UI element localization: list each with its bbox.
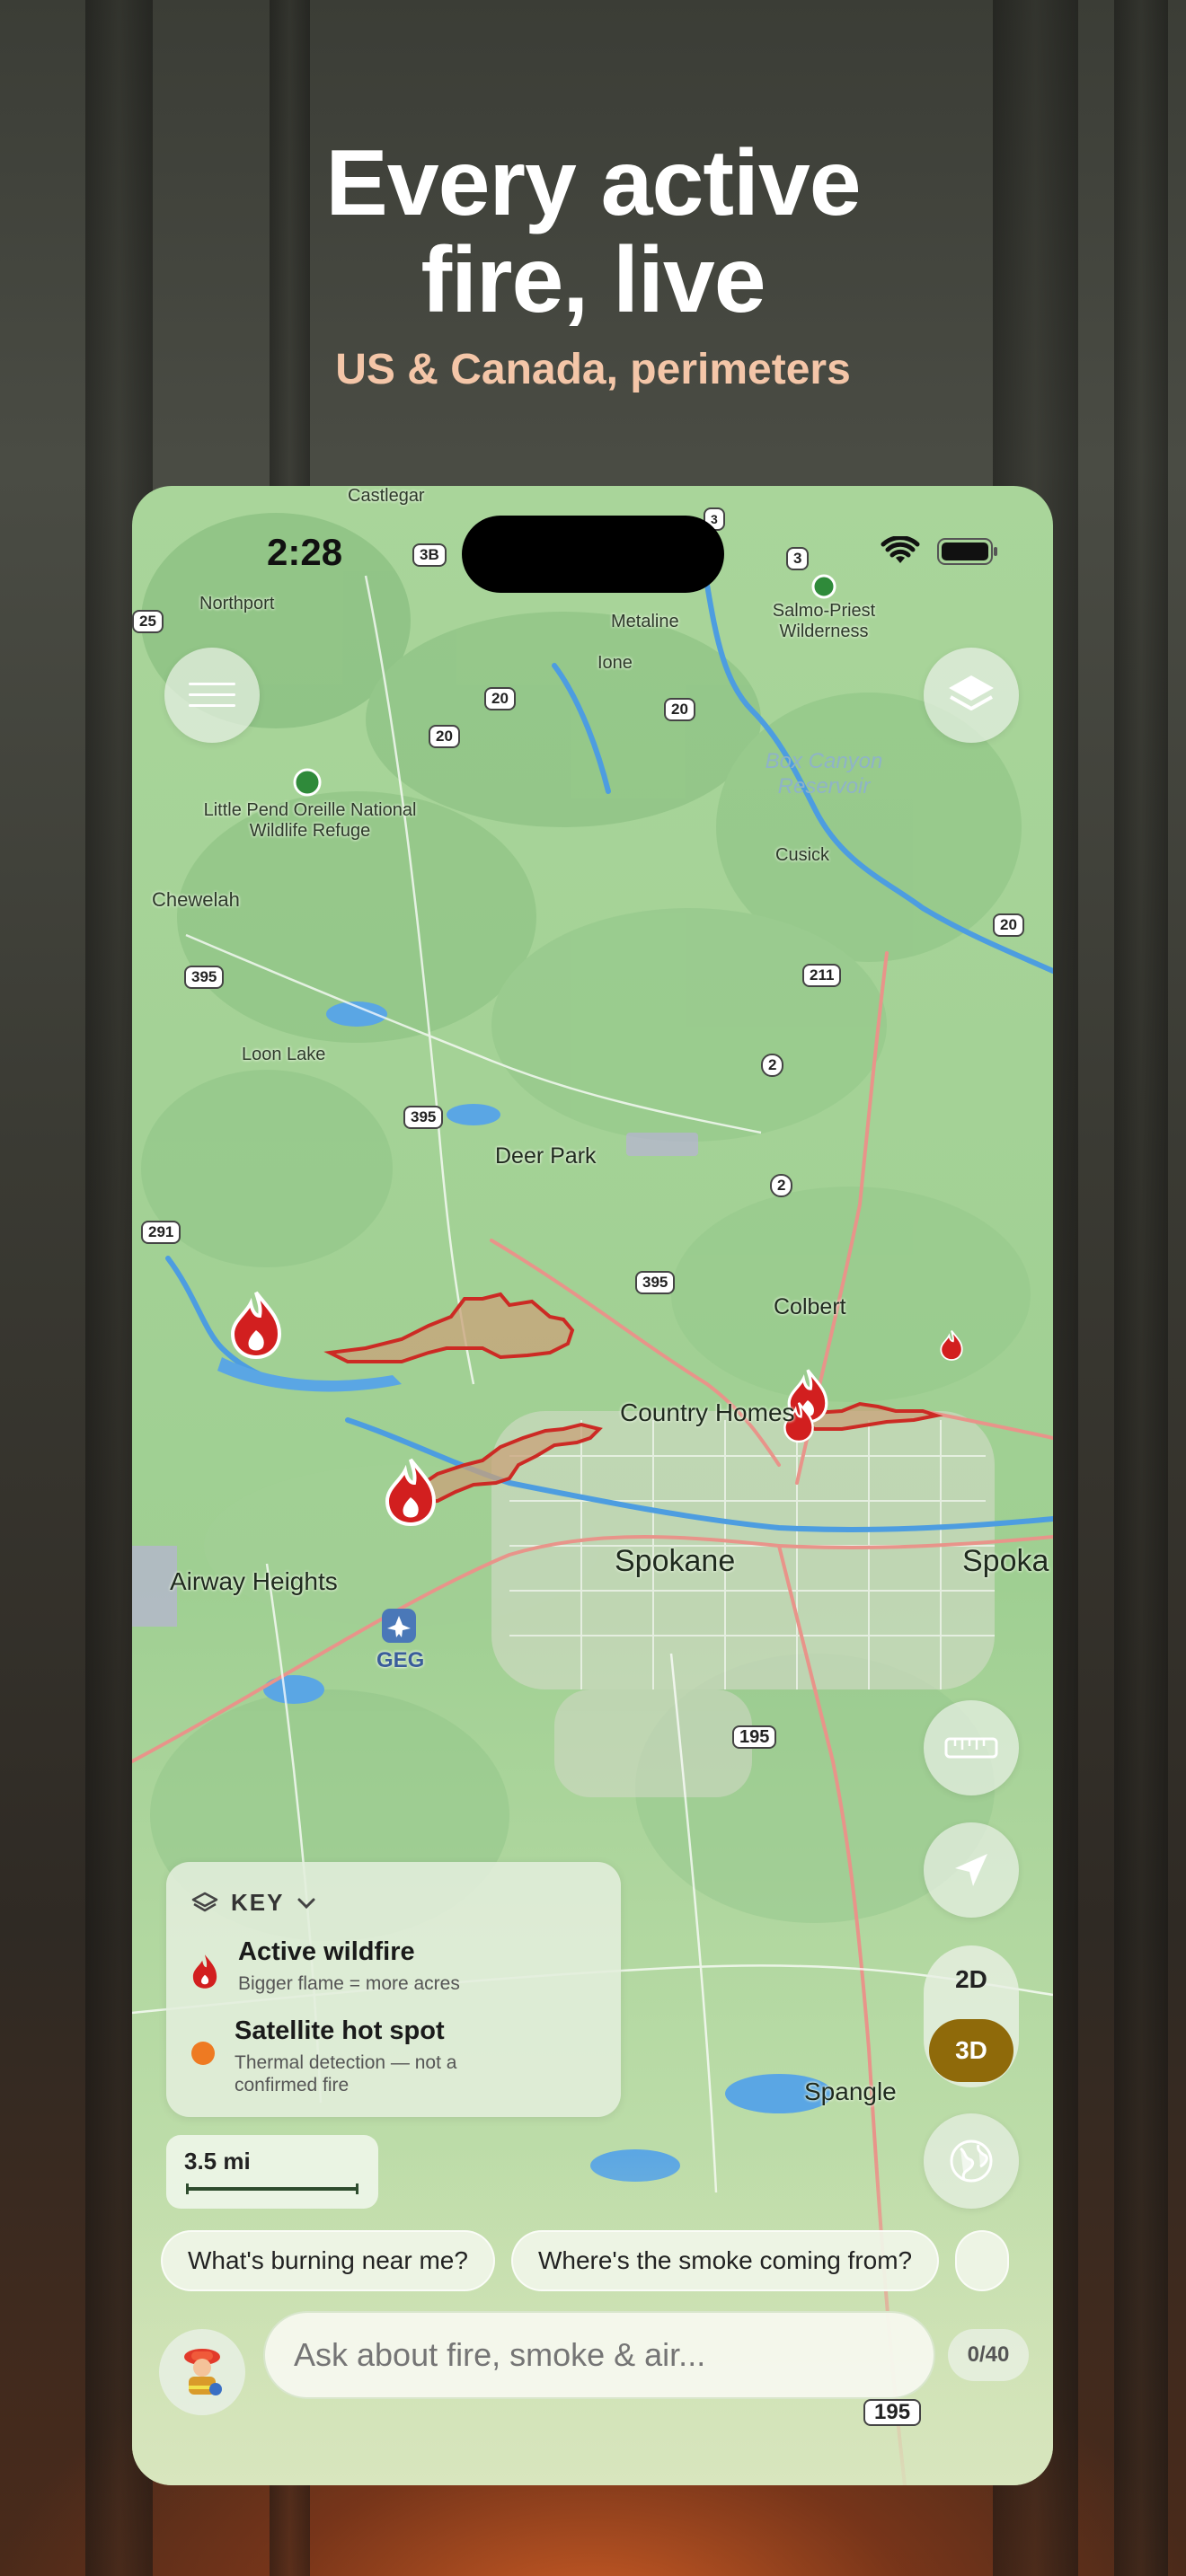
legend-header: KEY <box>231 1889 285 1916</box>
place-label: Castlegar <box>348 486 425 506</box>
place-label: Cusick <box>775 845 830 865</box>
place-label: Salmo-Priest Wilderness <box>772 601 876 641</box>
route-shield: 395 <box>635 1271 676 1294</box>
legend-item-title: Satellite hot spot <box>235 2016 445 2045</box>
military-area <box>626 1133 698 1156</box>
city-label: Spokane <box>615 1544 736 1578</box>
airport-label: GEG <box>376 1648 425 1672</box>
route-shield: 291 <box>141 1221 181 1244</box>
scale-bar <box>186 2183 358 2194</box>
suggestion-chip[interactable]: Where's the smoke coming from? <box>510 2230 940 2291</box>
suggestion-chips: What's burning near me? Where's the smok… <box>161 2230 1010 2291</box>
route-shield: 20 <box>993 913 1024 937</box>
route-shield: 2 <box>770 1174 793 1197</box>
city-label: Spoka <box>962 1544 1049 1578</box>
flame-icon <box>230 1291 282 1360</box>
map-legend: KEY Active wildfire Bigger flame = more … <box>166 1862 621 2117</box>
route-shield: 211 <box>802 964 842 987</box>
place-label: Little Pend Oreille National Wildlife Re… <box>203 800 417 841</box>
status-time: 2:28 <box>267 531 343 573</box>
route-shield: 3B <box>412 543 447 567</box>
assistant-avatar[interactable] <box>159 2329 245 2415</box>
marketing-subhead: US & Canada, perimeters <box>335 346 851 393</box>
layers-button[interactable] <box>924 648 1019 743</box>
water-label: Box Canyon Reservoir <box>765 749 883 798</box>
ask-input[interactable] <box>263 2311 935 2399</box>
battery-icon <box>937 538 997 565</box>
menu-button[interactable] <box>164 648 260 743</box>
flame-icon <box>192 1954 217 1989</box>
legend-item-hotspot: Satellite hot spot Thermal detection — n… <box>191 2016 504 2096</box>
layers-small-icon <box>191 1892 218 1911</box>
layers-icon <box>949 675 994 710</box>
place-label: Loon Lake <box>242 1045 326 1064</box>
place-label: Deer Park <box>495 1143 597 1169</box>
suggestion-chip-overflow[interactable] <box>955 2230 1010 2291</box>
route-shield: 195 <box>863 2399 922 2426</box>
legend-toggle[interactable]: KEY <box>191 1889 316 1917</box>
ruler-icon <box>944 1737 998 1759</box>
place-label: Ione <box>597 653 633 673</box>
place-label: Chewelah <box>152 888 240 911</box>
place-label: Airway Heights <box>170 1567 338 1595</box>
place-label: Colbert <box>774 1294 846 1319</box>
globe-button[interactable] <box>924 2113 1019 2209</box>
route-shield: 395 <box>403 1106 444 1129</box>
chevron-down-icon <box>297 1898 315 1909</box>
route-shield: 195 <box>732 1725 777 1749</box>
lake <box>263 1675 324 1704</box>
marketing-headline: Every active fire, live <box>325 131 861 332</box>
lake <box>447 1104 500 1125</box>
wifi-icon <box>881 536 920 563</box>
legend-item-desc: Thermal detection — not a confirmed fire <box>235 2052 457 2095</box>
place-label: Spangle <box>804 2078 897 2105</box>
view-mode-toggle[interactable]: 2D 3D <box>924 1945 1019 2087</box>
locate-button[interactable] <box>924 1822 1019 1918</box>
park-icon <box>293 768 322 797</box>
firefighter-icon <box>184 2349 222 2395</box>
route-shield: 395 <box>184 966 225 989</box>
status-icons <box>881 536 999 567</box>
phone-screen: Castlegar Northport Metaline Ione Salmo-… <box>132 486 1053 2485</box>
globe-icon <box>950 2139 993 2183</box>
route-shield: 20 <box>429 725 460 748</box>
toggle-2d[interactable]: 2D <box>924 1965 1019 1994</box>
fire-perimeter <box>323 1292 575 1363</box>
hamburger-icon <box>189 683 235 707</box>
legend-item-title: Active wildfire <box>238 1937 415 1966</box>
route-shield: 2 <box>761 1054 784 1077</box>
character-counter: 0/40 <box>948 2329 1029 2381</box>
hotspot-dot <box>191 2042 215 2065</box>
ruler-button[interactable] <box>924 1700 1019 1795</box>
route-shield: 25 <box>132 610 164 633</box>
route-shield: 20 <box>664 698 695 721</box>
legend-item-wildfire: Active wildfire Bigger flame = more acre… <box>191 1937 508 1995</box>
place-label: Northport <box>199 594 275 613</box>
toggle-3d[interactable]: 3D <box>929 2019 1013 2082</box>
suggestion-chip[interactable]: What's burning near me? <box>161 2230 495 2291</box>
legend-item-desc: Bigger flame = more acres <box>238 1973 460 1994</box>
map-scale: 3.5 mi <box>166 2135 378 2209</box>
dynamic-island <box>462 516 724 593</box>
route-shield: 20 <box>484 687 516 710</box>
scale-label: 3.5 mi <box>184 2148 251 2175</box>
park-icon <box>811 574 836 599</box>
place-label: Metaline <box>611 612 679 631</box>
route-shield: 3 <box>786 547 810 570</box>
location-arrow-icon <box>955 1854 987 1886</box>
place-label: Country Homes <box>620 1398 795 1426</box>
